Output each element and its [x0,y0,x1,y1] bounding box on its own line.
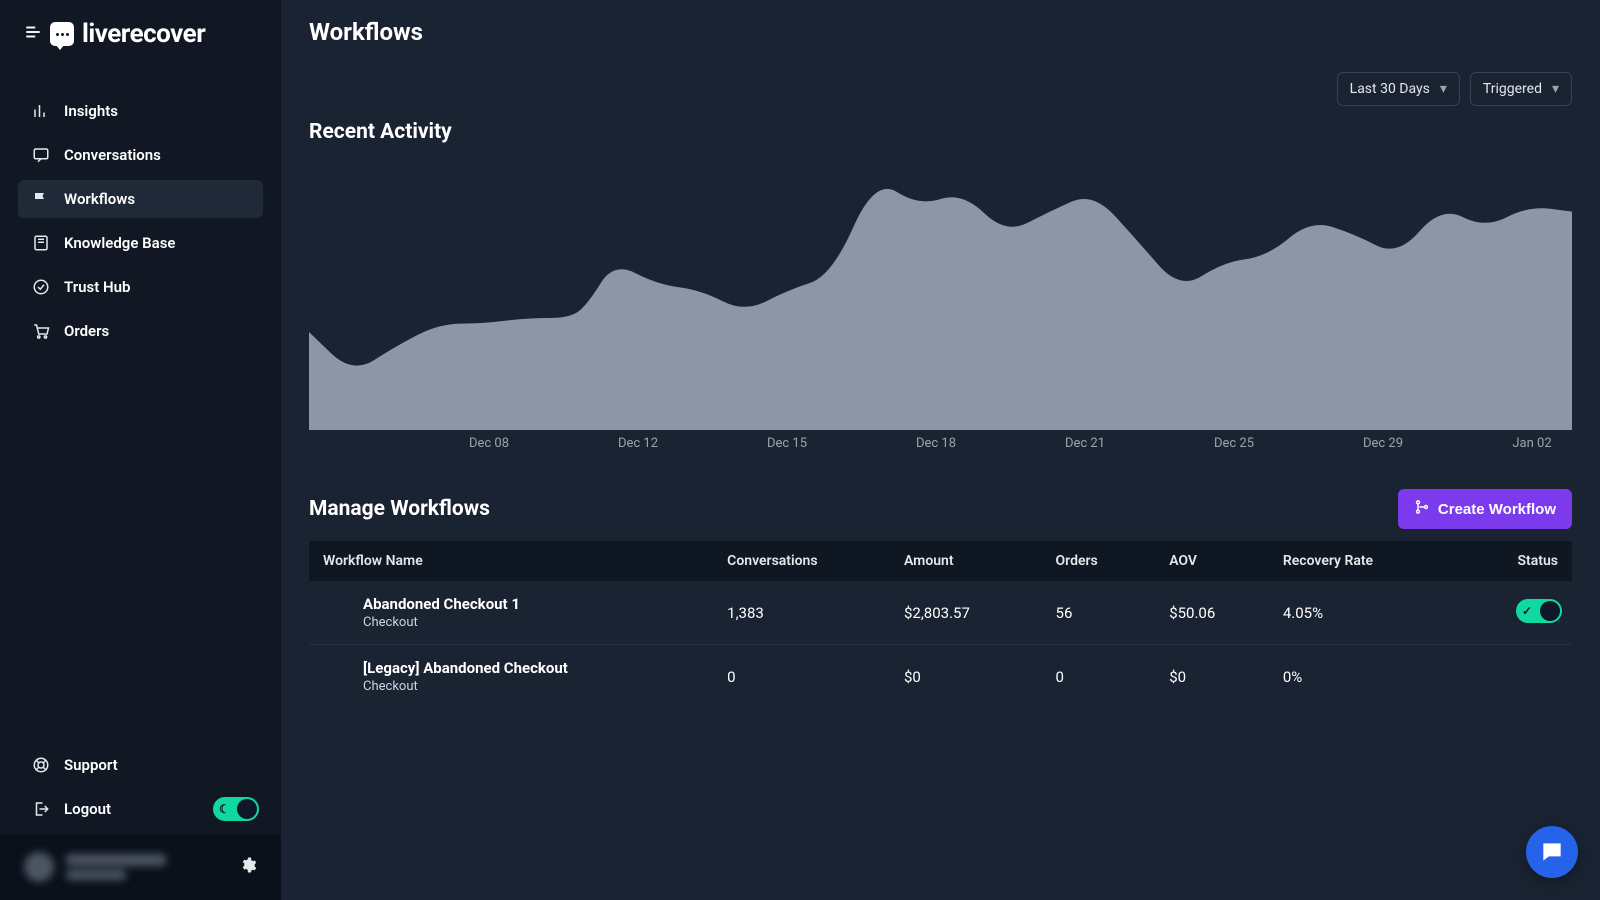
status-toggle[interactable]: ✓ [1516,599,1562,623]
sidebar-item-label: Workflows [64,190,135,208]
sidebar-item-support[interactable]: Support [18,746,263,784]
lifebuoy-icon [32,756,50,774]
sidebar: liverecover Insights Conversations Workf… [0,0,281,900]
sidebar-nav: Insights Conversations Workflows Knowled… [0,68,281,834]
chart-x-tick: Dec 08 [449,436,529,451]
area-chart-svg [309,150,1572,430]
cell-aov: $50.06 [1155,581,1269,645]
logo-icon [50,22,74,46]
book-icon [32,234,50,252]
user-name [66,854,166,866]
cell-orders: 56 [1042,581,1156,645]
main: Workflows Last 30 Days ▾ Triggered ▾ Rec… [281,0,1600,900]
table-header-orders[interactable]: Orders [1042,541,1156,581]
chat-square-icon [32,146,50,164]
theme-toggle[interactable]: ☾ [213,797,259,821]
cell-aov: $0 [1155,645,1269,709]
table-row[interactable]: [Legacy] Abandoned CheckoutCheckout0$00$… [309,645,1572,709]
chat-icon [1539,839,1565,865]
cell-amount: $2,803.57 [890,581,1042,645]
chart-x-tick: Dec 12 [598,436,678,451]
manage-header: Manage Workflows Create Workflow [309,489,1572,529]
user-subtitle [66,870,126,880]
filters-row: Last 30 Days ▾ Triggered ▾ [309,72,1572,106]
sidebar-item-label: Orders [64,322,109,340]
sidebar-item-logout[interactable]: Logout [18,790,125,828]
chart-x-tick: Dec 21 [1045,436,1125,451]
metric-label: Triggered [1483,81,1542,97]
table-header-recovery[interactable]: Recovery Rate [1269,541,1458,581]
sidebar-item-label: Logout [64,800,111,818]
chart-x-tick: Dec 15 [747,436,827,451]
cell-status [1458,645,1572,709]
cart-icon [32,322,50,340]
workflows-table: Workflow Name Conversations Amount Order… [309,541,1572,708]
user-bar [0,834,281,900]
sidebar-item-label: Conversations [64,146,161,164]
cell-recovery: 4.05% [1269,581,1458,645]
chevron-down-icon: ▾ [1552,81,1559,97]
date-range-dropdown[interactable]: Last 30 Days ▾ [1337,72,1460,106]
chart-x-tick: Dec 29 [1343,436,1423,451]
workflow-title: Abandoned Checkout 1 [363,595,699,613]
cell-conversations: 0 [713,645,890,709]
logout-icon [32,800,50,818]
chevron-down-icon: ▾ [1440,81,1447,97]
recent-activity-title: Recent Activity [309,120,1572,144]
sidebar-item-label: Support [64,756,118,774]
sidebar-item-knowledge-base[interactable]: Knowledge Base [18,224,263,262]
chart-x-axis: Dec 08 Dec 12 Dec 15 Dec 18 Dec 21 Dec 25 Dec … [309,436,1572,451]
sidebar-item-orders[interactable]: Orders [18,312,263,350]
chart-x-tick: Dec 18 [896,436,976,451]
sidebar-item-workflows[interactable]: Workflows [18,180,263,218]
table-header-conversations[interactable]: Conversations [713,541,890,581]
workflow-subtitle: Checkout [363,615,699,630]
flag-icon [32,190,50,208]
cell-amount: $0 [890,645,1042,709]
hamburger-icon[interactable] [24,23,42,45]
date-range-label: Last 30 Days [1350,81,1430,97]
chat-fab[interactable] [1526,826,1578,878]
sidebar-item-conversations[interactable]: Conversations [18,136,263,174]
table-header-status[interactable]: Status [1458,541,1572,581]
sidebar-item-trust-hub[interactable]: Trust Hub [18,268,263,306]
check-circle-icon [32,278,50,296]
user-info [66,854,166,880]
cell-orders: 0 [1042,645,1156,709]
manage-title: Manage Workflows [309,497,490,521]
page-title: Workflows [309,18,1572,46]
cell-conversations: 1,383 [713,581,890,645]
logo-bar: liverecover [0,0,281,68]
workflow-title: [Legacy] Abandoned Checkout [363,659,699,677]
bar-chart-icon [32,102,50,120]
sidebar-item-label: Insights [64,102,118,120]
avatar[interactable] [24,852,54,882]
activity-chart: Dec 08 Dec 12 Dec 15 Dec 18 Dec 21 Dec 25 Dec … [309,150,1572,465]
brand-name: liverecover [82,19,205,49]
create-workflow-button[interactable]: Create Workflow [1398,489,1572,529]
cell-recovery: 0% [1269,645,1458,709]
sidebar-item-label: Knowledge Base [64,234,175,252]
table-row[interactable]: Abandoned Checkout 1 Checkout 1,383$2,803.… [309,581,1572,645]
gear-icon[interactable] [239,856,257,878]
sidebar-item-insights[interactable]: Insights [18,92,263,130]
metric-dropdown[interactable]: Triggered ▾ [1470,72,1572,106]
table-header-name[interactable]: Workflow Name [309,541,713,581]
table-header-aov[interactable]: AOV [1155,541,1269,581]
workflow-subtitle: Checkout [363,679,699,694]
branch-icon [1414,499,1430,519]
chart-x-tick: Jan 02 [1492,436,1572,451]
create-workflow-label: Create Workflow [1438,501,1556,518]
sidebar-item-label: Trust Hub [64,278,130,296]
chart-x-tick: Dec 25 [1194,436,1274,451]
table-header-amount[interactable]: Amount [890,541,1042,581]
cell-status: ✓ [1458,581,1572,645]
